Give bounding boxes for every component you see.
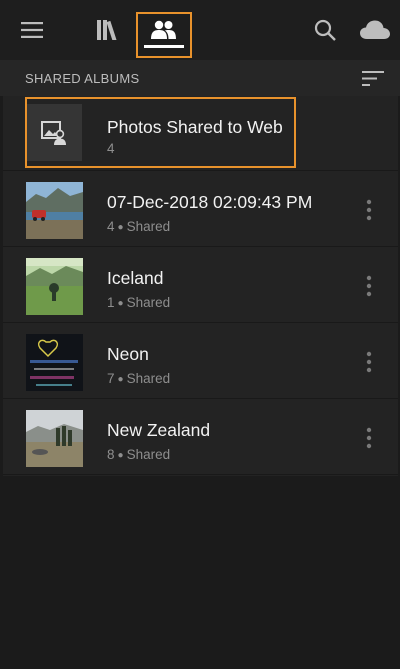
search-button[interactable] bbox=[310, 0, 340, 60]
sort-lines-icon bbox=[362, 71, 384, 86]
more-options-button[interactable] bbox=[359, 420, 379, 456]
tab-library[interactable] bbox=[92, 0, 124, 60]
album-row-neon[interactable]: Neon 7 ● Shared bbox=[3, 324, 398, 399]
album-meta: 7 ● Shared bbox=[107, 371, 170, 386]
more-options-button[interactable] bbox=[359, 268, 379, 304]
album-row-07-dec-2018[interactable]: 07-Dec-2018 02:09:43 PM 4 ● Shared bbox=[3, 172, 398, 247]
album-count-value: 8 bbox=[107, 447, 115, 462]
section-header: SHARED ALBUMS bbox=[0, 60, 400, 96]
album-count-value: 4 bbox=[107, 219, 115, 234]
bullet-separator: ● bbox=[117, 450, 124, 461]
people-shared-icon bbox=[151, 20, 176, 39]
more-vertical-icon bbox=[366, 275, 372, 297]
tab-shared[interactable] bbox=[136, 12, 192, 58]
album-thumbnail bbox=[26, 334, 83, 391]
shared-status: Shared bbox=[126, 447, 171, 462]
web-share-thumbnail bbox=[25, 104, 82, 161]
hamburger-menu-icon bbox=[21, 22, 43, 38]
more-vertical-icon bbox=[366, 427, 372, 449]
album-count-value: 4 bbox=[107, 141, 115, 156]
album-row-iceland[interactable]: Iceland 1 ● Shared bbox=[3, 248, 398, 323]
bullet-separator: ● bbox=[117, 374, 124, 385]
sort-button[interactable] bbox=[358, 66, 388, 92]
more-vertical-icon bbox=[366, 351, 372, 373]
section-title: SHARED ALBUMS bbox=[25, 71, 140, 86]
album-title: Photos Shared to Web bbox=[107, 117, 283, 137]
image-share-icon bbox=[40, 120, 66, 145]
album-thumbnail bbox=[26, 258, 83, 315]
album-thumbnail bbox=[26, 410, 83, 467]
bullet-separator: ● bbox=[117, 222, 124, 233]
album-meta: 8 ● Shared bbox=[107, 447, 170, 462]
shared-status: Shared bbox=[126, 295, 171, 310]
cloud-sync-button[interactable] bbox=[358, 0, 392, 60]
album-row-new-zealand[interactable]: New Zealand 8 ● Shared bbox=[3, 400, 398, 475]
album-meta: 4 ● Shared bbox=[107, 219, 170, 234]
album-meta: 1 ● Shared bbox=[107, 295, 170, 310]
shared-status: Shared bbox=[126, 371, 171, 386]
shared-status: Shared bbox=[126, 219, 171, 234]
active-tab-indicator bbox=[144, 45, 184, 48]
album-count: 4 bbox=[107, 141, 115, 156]
album-title: Iceland bbox=[107, 268, 164, 288]
library-books-icon bbox=[97, 20, 117, 40]
menu-button[interactable] bbox=[16, 0, 48, 60]
search-icon bbox=[314, 19, 336, 41]
more-options-button[interactable] bbox=[359, 344, 379, 380]
album-title: 07-Dec-2018 02:09:43 PM bbox=[107, 192, 313, 212]
album-title: New Zealand bbox=[107, 420, 211, 440]
album-thumbnail bbox=[26, 182, 83, 239]
album-count-value: 1 bbox=[107, 295, 115, 310]
cloud-icon bbox=[360, 20, 390, 39]
top-app-bar bbox=[0, 0, 400, 60]
more-vertical-icon bbox=[366, 199, 372, 221]
album-count-value: 7 bbox=[107, 371, 115, 386]
album-title: Neon bbox=[107, 344, 149, 364]
more-options-button[interactable] bbox=[359, 192, 379, 228]
bullet-separator: ● bbox=[117, 298, 124, 309]
